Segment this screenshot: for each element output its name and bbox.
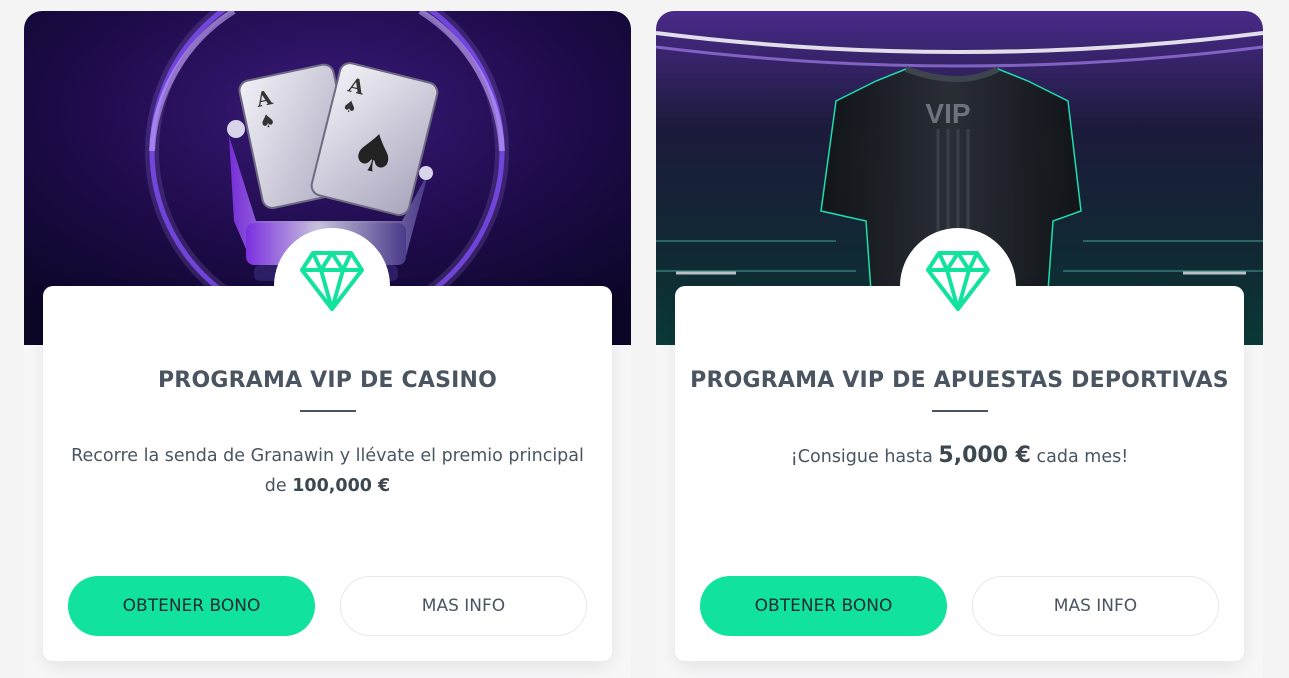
vip-sports-card: VIP PROGRAMA VIP DE APUESTAS DEPORTIVAS … — [656, 11, 1263, 678]
diamond-icon — [299, 251, 364, 311]
card-description: Recorre la senda de Granawin y llévate e… — [67, 441, 588, 501]
desc-text: ¡Consigue hasta — [790, 447, 939, 467]
card-description: ¡Consigue hasta 5,000 € cada mes! — [699, 441, 1220, 472]
more-info-button[interactable]: MAS INFO — [972, 576, 1219, 636]
prize-amount: 100,000 € — [292, 476, 391, 496]
more-info-button[interactable]: MAS INFO — [340, 576, 587, 636]
diamond-icon — [925, 251, 990, 311]
jersey-text: VIP — [925, 98, 970, 129]
desc-suffix: cada mes! — [1030, 447, 1129, 467]
vip-badge — [273, 228, 390, 344]
get-bonus-button[interactable]: OBTENER BONO — [700, 576, 947, 636]
title-divider — [299, 410, 356, 412]
get-bonus-button[interactable]: OBTENER BONO — [68, 576, 315, 636]
prize-amount: 5,000 € — [938, 443, 1031, 468]
card-title: PROGRAMA VIP DE CASINO — [157, 368, 498, 393]
vip-badge — [899, 228, 1016, 344]
vip-casino-card: A ♠ A ♠ ♠ PROGRAMA VIP DE CASINO Recorre… — [24, 11, 631, 678]
title-divider — [931, 410, 988, 412]
card-title: PROGRAMA VIP DE APUESTAS DEPORTIVAS — [690, 368, 1229, 393]
